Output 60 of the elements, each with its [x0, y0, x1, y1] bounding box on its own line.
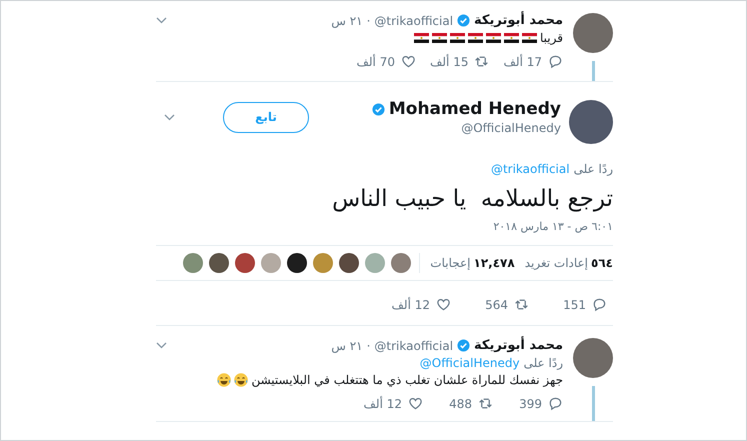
reply-label: ردًا على — [524, 356, 563, 370]
stat-label[interactable]: إعجابات — [430, 256, 470, 270]
tweet-text: جهز نفسك للماراة علشان تغلب ذي ما هتتغلب في البلايستيشن — [251, 373, 563, 387]
liker-avatar[interactable] — [287, 253, 308, 273]
flag-icon — [504, 33, 520, 43]
tweet-time: ٢١ س — [331, 338, 363, 352]
separator-dot: · — [366, 14, 370, 28]
stat-label[interactable]: إعادات تغريد — [524, 256, 588, 270]
flag-icon — [450, 33, 466, 43]
tweet-text: ترجع بالسلامه يا حبيب الناس — [331, 186, 613, 212]
avatar — [573, 338, 613, 378]
follow-button[interactable]: تابع — [223, 102, 309, 132]
like-count: 70 ألف — [356, 54, 395, 68]
heart-icon[interactable] — [400, 54, 416, 69]
tweet-text: قريبا — [540, 31, 563, 45]
reply-count: 151 — [563, 298, 586, 312]
caret-icon[interactable] — [156, 342, 167, 349]
flag-icon — [522, 33, 538, 43]
reply-icon[interactable] — [548, 396, 563, 411]
like-count: 12 ألف — [391, 298, 430, 312]
reply-count: 17 ألف — [503, 54, 542, 68]
reply-icon[interactable] — [548, 54, 563, 69]
laughing-emoji-icon — [234, 373, 248, 387]
flag-icon — [414, 33, 430, 43]
separator-dot: · — [366, 338, 370, 352]
avatar — [573, 13, 613, 53]
retweet-count: 564 — [485, 298, 508, 312]
liker-avatar[interactable] — [235, 253, 256, 273]
author-handle: @OfficialHenedy — [460, 121, 561, 135]
stat-count: ١٢,٤٧٨ — [474, 256, 515, 270]
retweet-count: 15 ألف — [430, 54, 468, 68]
handle-link[interactable]: @OfficialHenedy — [420, 356, 520, 370]
liker-avatar[interactable] — [209, 253, 230, 273]
liker-avatar[interactable] — [339, 253, 360, 273]
tweet-time: ٢١ س — [331, 14, 363, 28]
retweet-icon[interactable] — [478, 396, 493, 411]
author-name: محمد أبوتريكة — [474, 13, 563, 28]
retweet-icon[interactable] — [514, 297, 529, 312]
author-name: Mohamed Henedy — [388, 99, 561, 119]
heart-icon[interactable] — [408, 396, 423, 411]
tweet-date: ٦:٠١ ص - ١٣ مارس ٢٠١٨ — [492, 220, 613, 233]
retweet-count: 488 — [449, 396, 472, 410]
flag-icon — [468, 33, 484, 43]
avatar — [569, 100, 613, 144]
heart-icon[interactable] — [436, 297, 451, 312]
handle-link[interactable]: @trikaofficial — [490, 162, 570, 176]
author-handle: @trikaofficial — [374, 338, 454, 352]
flag-icon — [432, 33, 448, 43]
caret-icon[interactable] — [156, 17, 167, 24]
retweet-icon[interactable] — [474, 54, 490, 69]
author-name: محمد أبوتريكة — [474, 338, 563, 353]
stat-count: ٥٦٤ — [591, 256, 613, 270]
like-count: 12 ألف — [363, 396, 402, 410]
caret-icon[interactable] — [164, 114, 175, 120]
reply-icon[interactable] — [592, 297, 607, 312]
laughing-emoji-icon — [217, 373, 232, 387]
flag-icon — [486, 33, 502, 43]
author-handle: @trikaofficial — [374, 14, 454, 28]
reply-label: ردًا على — [574, 162, 613, 176]
reply-count: 399 — [519, 396, 542, 410]
